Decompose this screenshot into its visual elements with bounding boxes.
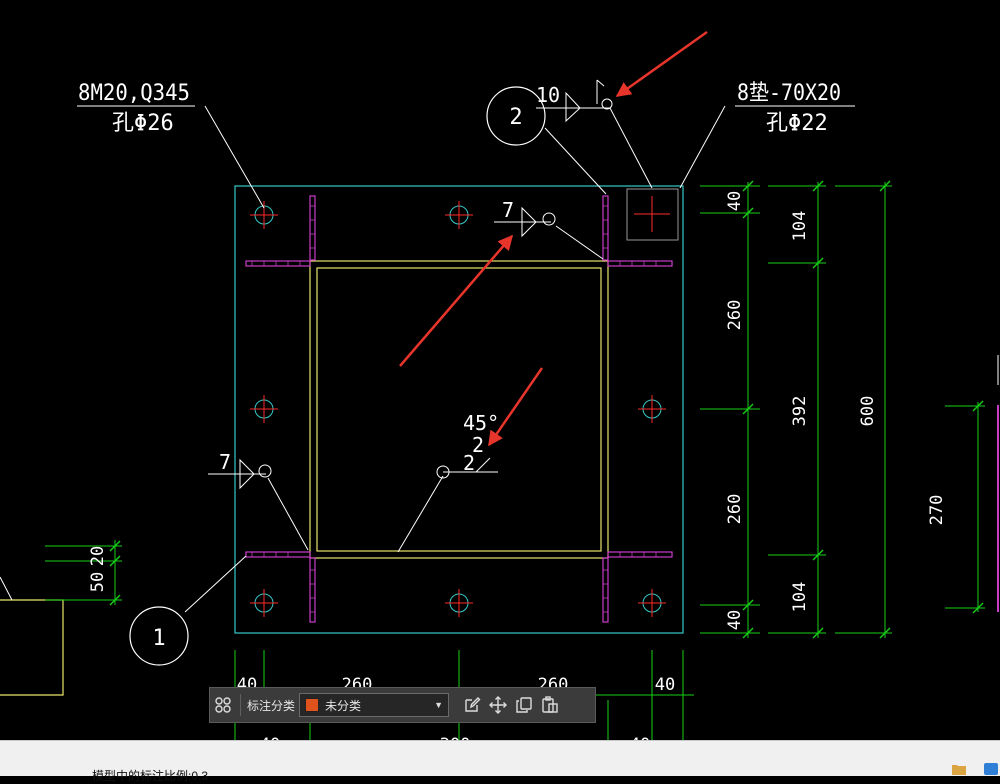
washer-note[interactable]: 8垫-70X20 <box>737 81 841 106</box>
bolt-hole <box>250 395 278 423</box>
dimension-lines-right[interactable] <box>700 180 985 639</box>
red-arrow <box>399 234 513 367</box>
bolt-hole <box>638 589 666 617</box>
svg-text:104: 104 <box>790 582 810 613</box>
bolt-hole <box>445 201 473 229</box>
base-plate[interactable] <box>234 185 684 634</box>
svg-text:10: 10 <box>536 83 560 107</box>
status-bar: 模型中的标注比例:0.3 <box>0 740 1000 783</box>
left-partial-object[interactable] <box>0 576 64 696</box>
svg-text:7: 7 <box>219 450 231 474</box>
red-arrow <box>615 30 708 98</box>
svg-text:2: 2 <box>509 105 522 130</box>
chevron-down-icon: ▼ <box>434 700 444 710</box>
svg-text:40: 40 <box>655 675 675 695</box>
weld-symbol-left[interactable] <box>208 458 272 490</box>
dimension-lines-left[interactable] <box>45 540 122 606</box>
edit-icon[interactable] <box>459 692 485 718</box>
svg-text:392: 392 <box>790 396 810 427</box>
bolt-hole <box>250 201 278 229</box>
copy-icon[interactable] <box>511 692 537 718</box>
svg-text:600: 600 <box>858 396 878 427</box>
svg-text:40: 40 <box>725 610 745 630</box>
svg-text:45°: 45° <box>463 411 499 435</box>
washer-plate[interactable] <box>626 188 679 241</box>
cad-drawing-canvas[interactable]: 2 1 8M20,Q345 孔Φ26 8垫-70X20 孔Φ22 10 7 7 … <box>0 0 1000 740</box>
svg-text:260: 260 <box>725 494 745 525</box>
svg-text:7: 7 <box>502 198 514 222</box>
category-color-swatch <box>305 698 320 712</box>
folder-icon[interactable] <box>952 763 966 775</box>
svg-text:40: 40 <box>725 191 745 211</box>
bolt-holes[interactable] <box>250 201 666 617</box>
washer-hole-note[interactable]: 孔Φ22 <box>766 111 828 136</box>
detail-callout-1[interactable]: 1 <box>129 606 189 666</box>
bolt-note[interactable]: 8M20,Q345 <box>78 81 190 106</box>
svg-text:2: 2 <box>463 451 475 475</box>
tube-outer[interactable] <box>309 260 609 559</box>
select-group-icon[interactable] <box>210 692 236 718</box>
red-arrow <box>487 367 544 447</box>
paste-icon[interactable] <box>537 692 563 718</box>
category-label: 标注分类 <box>247 698 296 713</box>
toolbar-divider <box>240 694 241 716</box>
bolt-hole <box>250 589 278 617</box>
bolt-hole <box>445 589 473 617</box>
category-value: 未分类 <box>325 698 362 713</box>
category-dropdown[interactable]: 未分类 ▼ <box>299 693 450 717</box>
svg-text:260: 260 <box>725 300 745 331</box>
app-status-icon[interactable] <box>984 763 998 775</box>
svg-text:1: 1 <box>152 626 165 651</box>
move-icon[interactable] <box>485 692 511 718</box>
tube-inner[interactable] <box>316 267 602 552</box>
bolt-hole <box>638 395 666 423</box>
svg-text:20: 20 <box>88 546 108 566</box>
annotation-toolbar: 标注分类 未分类 ▼ <box>209 687 596 723</box>
svg-text:50: 50 <box>88 572 108 592</box>
bolt-hole-note[interactable]: 孔Φ26 <box>112 111 174 136</box>
svg-text:270: 270 <box>927 495 947 526</box>
svg-text:104: 104 <box>790 211 810 242</box>
